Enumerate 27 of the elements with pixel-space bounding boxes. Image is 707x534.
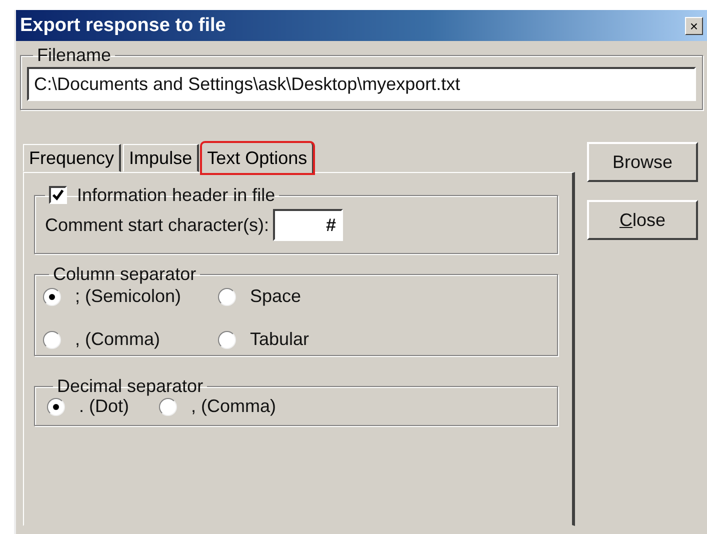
radio-label: ; (Semicolon) (75, 286, 182, 307)
group-label: Filename (37, 45, 112, 65)
group-label: Decimal separator (57, 376, 204, 396)
radio-button[interactable] (218, 288, 236, 306)
group-label: Column separator (53, 264, 196, 284)
tab[interactable]: Frequency (23, 144, 122, 172)
tab[interactable]: Impulse (123, 144, 200, 172)
radio-label: , (Comma) (191, 396, 276, 417)
checkbox-label: Information header in file (77, 185, 276, 205)
dialog-button[interactable]: Close (587, 200, 698, 240)
checkbox[interactable] (49, 186, 67, 204)
tab[interactable]: Text Options (201, 142, 314, 174)
radio-button[interactable] (47, 398, 65, 416)
window-title: Export response to file (20, 14, 226, 36)
radio-button[interactable] (43, 288, 61, 306)
close-button[interactable]: × (685, 16, 703, 34)
radio-button[interactable] (218, 330, 236, 348)
comment-field[interactable]: # (273, 209, 344, 241)
radio-label: Space (250, 286, 302, 307)
radio-button[interactable] (159, 398, 177, 416)
radio-label: . (Dot) (79, 396, 130, 417)
radio-label: Tabular (250, 329, 310, 350)
radio-button[interactable] (43, 330, 61, 348)
field-label: Comment start character(s): (45, 214, 270, 236)
radio-label: , (Comma) (75, 329, 160, 350)
dialog-button[interactable]: Browse (587, 142, 698, 182)
filename-field[interactable]: C:\Documents and Settings\ask\Desktop\myexport.txt (27, 67, 696, 101)
